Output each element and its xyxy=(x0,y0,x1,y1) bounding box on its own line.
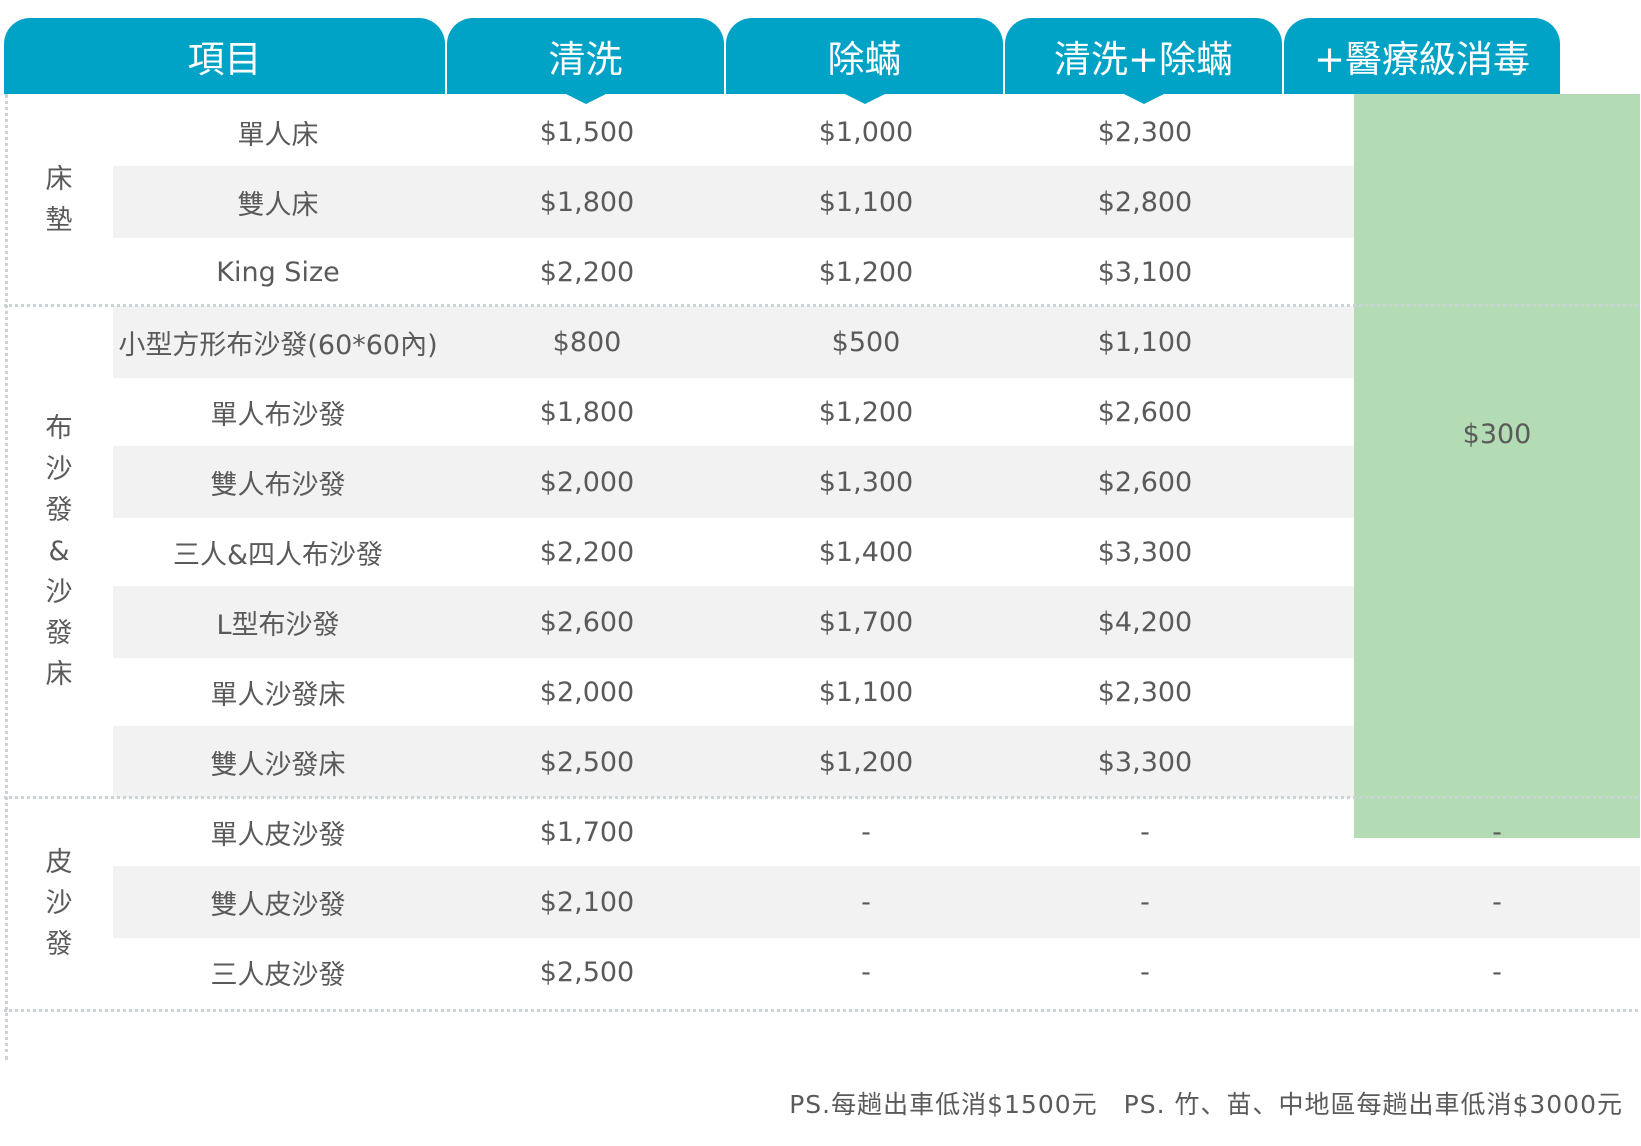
mite-price-cell: $1,100 xyxy=(818,187,914,218)
table-bottom-border xyxy=(4,1009,1638,1012)
mite-price-cell: - xyxy=(861,887,871,918)
item-cell: 雙人皮沙發 xyxy=(210,890,346,921)
category-char: 沙 xyxy=(45,576,73,608)
header-mite: 除蟎 xyxy=(726,18,1003,104)
clean-price-cell: $2,500 xyxy=(539,957,635,988)
clean-price-cell: $1,500 xyxy=(539,117,635,148)
disinfect-price-cell: - xyxy=(1492,887,1502,918)
table-header: 項目 清洗 除蟎 清洗+除蟎 +醫療級消毒 xyxy=(4,18,1640,104)
clean-mite-price-cell: $4,200 xyxy=(1097,607,1193,638)
category-char: 床 xyxy=(45,658,73,690)
header-item-label: 項目 xyxy=(187,38,262,81)
clean-price-cell: $1,700 xyxy=(539,817,635,848)
footnote-regional-charge: PS. 竹、苗、中地區每趟出車低消$3000元 xyxy=(1123,1090,1623,1119)
category-char: 發 xyxy=(45,617,73,649)
clean-price-cell: $2,600 xyxy=(539,607,635,638)
mite-price-cell: $1,100 xyxy=(818,677,914,708)
clean-mite-price-cell: $2,300 xyxy=(1097,677,1193,708)
header-clean-mite-label: 清洗+除蟎 xyxy=(1053,38,1233,81)
mite-price-cell: $1,300 xyxy=(818,467,914,498)
item-cell: King Size xyxy=(216,257,340,288)
category-char: 床 xyxy=(45,164,73,195)
category-mattress: 床墊 xyxy=(20,96,98,304)
footnote-minimum-charge: PS.每趟出車低消$1500元 xyxy=(789,1090,1098,1119)
category-char: 沙 xyxy=(45,888,73,919)
header-clean-mite: 清洗+除蟎 xyxy=(1005,18,1282,104)
category-char: 墊 xyxy=(45,205,73,236)
header-disinfect-label: +醫療級消毒 xyxy=(1313,38,1530,81)
item-cell: 單人布沙發 xyxy=(210,400,346,431)
clean-mite-price-cell: $3,300 xyxy=(1097,747,1193,778)
clean-price-cell: $2,200 xyxy=(539,257,635,288)
clean-price-cell: $2,500 xyxy=(539,747,635,778)
mite-price-cell: $1,200 xyxy=(818,257,914,288)
mite-price-cell: $1,200 xyxy=(818,747,914,778)
clean-mite-price-cell: $2,600 xyxy=(1097,467,1193,498)
disinfect-price: $300 xyxy=(1462,419,1532,450)
clean-price-cell: $2,200 xyxy=(539,537,635,568)
footnote: PS.每趟出車低消$1500元 PS. 竹、苗、中地區每趟出車低消$3000元 xyxy=(789,1085,1623,1121)
clean-mite-price-cell: $3,300 xyxy=(1097,537,1193,568)
item-cell: 單人沙發床 xyxy=(210,680,346,711)
clean-mite-price-cell: - xyxy=(1140,817,1150,848)
header-mite-label: 除蟎 xyxy=(827,38,902,81)
category-fabric-sofa: 布沙發 & 沙發床 xyxy=(20,306,98,796)
category-char: 布 xyxy=(45,412,73,444)
clean-mite-price-cell: - xyxy=(1140,957,1150,988)
clean-price-cell: $800 xyxy=(552,327,622,358)
item-cell: 三人&四人布沙發 xyxy=(172,540,384,571)
item-cell: 單人床 xyxy=(237,120,319,151)
clean-mite-price-cell: $2,800 xyxy=(1097,187,1193,218)
disinfect-price-cell: - xyxy=(1492,817,1502,848)
clean-mite-price-cell: $1,100 xyxy=(1097,327,1193,358)
category-leather-sofa: 皮沙發 xyxy=(20,798,98,1009)
item-cell: 雙人沙發床 xyxy=(210,750,346,781)
item-cell: 雙人布沙發 xyxy=(210,470,346,501)
clean-price-cell: $1,800 xyxy=(539,187,635,218)
mite-price-cell: - xyxy=(861,957,871,988)
header-clean-label: 清洗 xyxy=(548,38,623,81)
category-char: 皮 xyxy=(45,847,73,878)
mite-price-cell: $1,700 xyxy=(818,607,914,638)
header-clean: 清洗 xyxy=(447,18,724,104)
item-cell: L型布沙發 xyxy=(216,610,340,641)
item-cell: 單人皮沙發 xyxy=(210,820,346,851)
item-cell: 雙人床 xyxy=(237,190,319,221)
clean-price-cell: $2,000 xyxy=(539,467,635,498)
item-cell: 小型方形布沙發(60*60內) xyxy=(118,330,438,361)
header-item: 項目 xyxy=(4,18,445,94)
clean-price-cell: $1,800 xyxy=(539,397,635,428)
category-char: 沙 xyxy=(45,453,73,485)
disinfect-price-cell: - xyxy=(1492,957,1502,988)
mite-price-cell: $500 xyxy=(831,327,901,358)
clean-price-cell: $2,100 xyxy=(539,887,635,918)
clean-mite-price-cell: $2,600 xyxy=(1097,397,1193,428)
clean-mite-price-cell: $3,100 xyxy=(1097,257,1193,288)
mite-price-cell: $1,000 xyxy=(818,117,914,148)
header-disinfect: +醫療級消毒 xyxy=(1284,18,1560,104)
clean-price-cell: $2,000 xyxy=(539,677,635,708)
mite-price-cell: - xyxy=(861,817,871,848)
item-cell: 三人皮沙發 xyxy=(210,960,346,991)
mite-price-cell: $1,400 xyxy=(818,537,914,568)
clean-mite-price-cell: - xyxy=(1140,887,1150,918)
category-char: 發 xyxy=(45,494,73,526)
left-border xyxy=(5,94,8,1060)
clean-mite-price-cell: $2,300 xyxy=(1097,117,1193,148)
category-char: 發 xyxy=(45,929,73,960)
mite-price-cell: $1,200 xyxy=(818,397,914,428)
category-char: & xyxy=(48,535,70,567)
